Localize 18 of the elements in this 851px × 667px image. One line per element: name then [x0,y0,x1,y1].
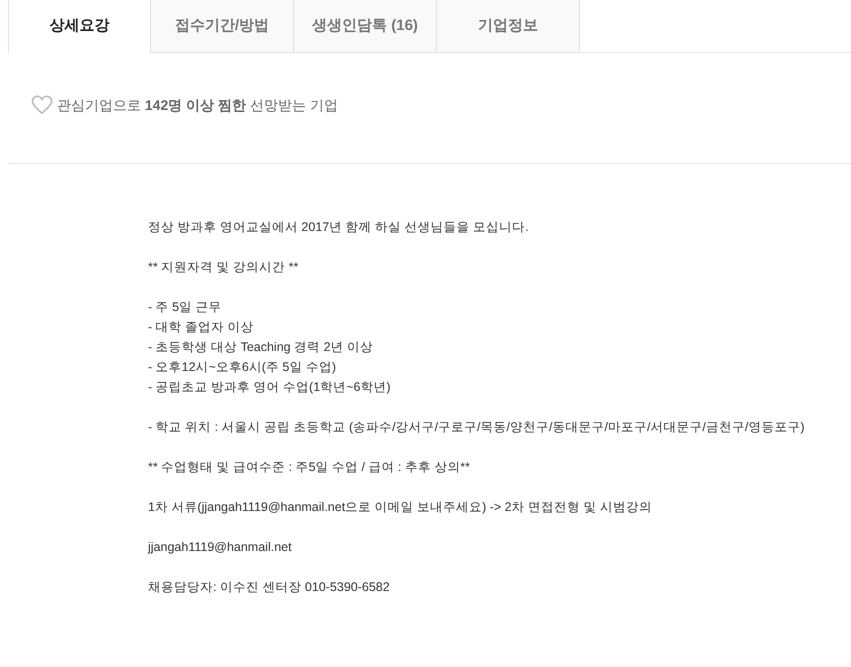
description-line: - 학교 위치 : 서울시 공립 초등학교 (송파수/강서구/구로구/목동/양천구/동대문구/마포구/서대문구/금천구/영등포구) [148,419,806,436]
interest-text: 관심기업으로 142명 이상 찜한 선망받는 기업 [57,96,338,114]
description-line: - 공립초교 방과후 영어 수업(1학년~6학년) [148,379,392,396]
description-line: jjangah1119@hanmail.net [148,539,293,556]
description-line: - 주 5일 근무 [148,299,223,316]
description-line: ** 수업형태 및 급여수준 : 주5일 수업 / 급여 : 추후 상의** [148,459,472,476]
description-line: 채용담당자: 이수진 센터장 010-5390-6582 [148,579,391,596]
description-line: - 초등학생 대상 Teaching 경력 2년 이상 [148,339,374,356]
heart-icon[interactable] [31,95,53,115]
tab[interactable]: 접수기간/방법 [151,0,294,53]
tab[interactable]: 상세요강 [8,0,151,53]
description-line: 1차 서류(jjangah1119@hanmail.net으로 이메일 보내주세요) -> 2차 면접전형 및 시범강의 [148,499,654,516]
tab[interactable]: 기업정보 [437,0,580,53]
description-line: - 오후12시~오후6시(주 5일 수업) [148,359,338,376]
description-line: 정상 방과후 영어교실에서 2017년 함께 하실 선생님들을 모십니다. [148,219,530,236]
description-line: ** 지원자격 및 강의시간 ** [148,259,300,276]
description-line: - 대학 졸업자 이상 [148,319,255,336]
tab[interactable]: 생생인담톡 (16) [294,0,437,53]
